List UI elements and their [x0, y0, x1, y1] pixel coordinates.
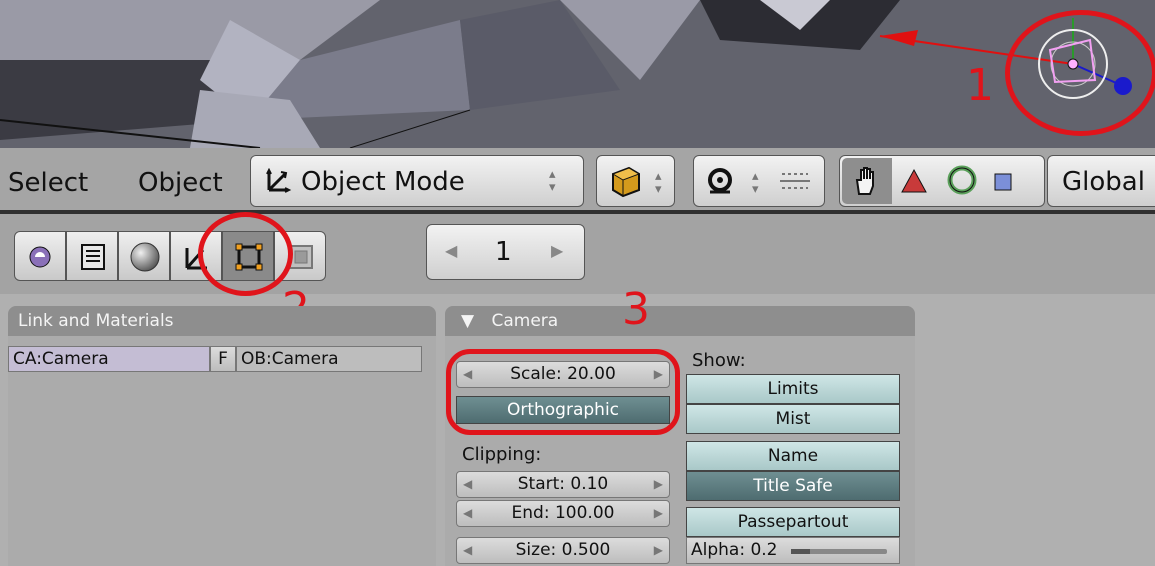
limits-label: Limits: [767, 379, 819, 399]
select-menu[interactable]: Select: [8, 168, 88, 198]
size-field[interactable]: ◀ Size: 0.500 ▶: [456, 537, 670, 564]
name-label: Name: [767, 446, 819, 466]
passepartout-toggle[interactable]: Passepartout: [686, 507, 900, 537]
mode-selector-label: Object Mode: [301, 167, 465, 197]
fake-user-label: F: [218, 349, 228, 369]
transform-orientation-selector[interactable]: Global: [1047, 155, 1155, 207]
object-name-field[interactable]: OB:Camera: [236, 346, 422, 372]
alpha-slider-track[interactable]: [791, 549, 887, 554]
draw-type-icon: [611, 166, 641, 198]
frame-increment-icon[interactable]: ▶: [551, 241, 563, 260]
annotation-number-3: 3: [622, 284, 650, 335]
show-label: Show:: [692, 350, 746, 371]
link-materials-panel-header[interactable]: Link and Materials: [8, 306, 436, 336]
rotate-icon[interactable]: [946, 164, 978, 196]
align-icon[interactable]: [778, 170, 812, 192]
manipulator-toggle-button[interactable]: [842, 158, 892, 204]
name-toggle[interactable]: Name: [686, 441, 900, 471]
pivot-icon: [708, 168, 732, 194]
mode-selector[interactable]: Object Mode ▴ ▾: [250, 155, 584, 207]
alpha-slider[interactable]: Alpha: 0.2: [686, 537, 900, 564]
fake-user-button[interactable]: F: [210, 346, 236, 372]
clip-end-field[interactable]: ◀ End: 100.00 ▶: [456, 500, 670, 527]
draw-type-selector[interactable]: ▴ ▾: [596, 155, 675, 207]
clip-start-field[interactable]: ◀ Start: 0.10 ▶: [456, 471, 670, 498]
mist-label: Mist: [775, 409, 811, 429]
clip-end-value: End: 100.00: [511, 503, 615, 523]
draw-type-updown-icon: ▴ ▾: [655, 169, 662, 197]
title-safe-label: Title Safe: [753, 476, 833, 496]
object-menu[interactable]: Object: [138, 168, 223, 198]
object-name-value: OB:Camera: [241, 349, 339, 369]
clipping-label: Clipping:: [462, 444, 542, 465]
size-value: Size: 0.500: [515, 540, 611, 560]
frame-decrement-icon[interactable]: ◀: [445, 241, 457, 260]
camera-panel-collapse-icon[interactable]: ▼: [461, 311, 474, 331]
clip-end-decrement-icon[interactable]: ◀: [463, 501, 472, 526]
pivot-updown-icon: ▴ ▾: [752, 169, 759, 197]
title-safe-toggle[interactable]: Title Safe: [686, 471, 900, 501]
clip-start-value: Start: 0.10: [517, 474, 609, 494]
clip-end-increment-icon[interactable]: ▶: [654, 501, 663, 526]
frame-number-field[interactable]: ◀ 1 ▶: [426, 224, 585, 280]
annotation-number-1: 1: [966, 60, 994, 111]
logic-icon: [29, 246, 51, 268]
camera-panel-header[interactable]: ▼ Camera: [445, 306, 915, 336]
annotation-circle-1: [1005, 10, 1155, 136]
passepartout-label: Passepartout: [737, 512, 849, 532]
alpha-value: Alpha: 0.2: [691, 540, 778, 560]
camera-datablock-field[interactable]: CA:Camera: [8, 346, 210, 372]
size-decrement-icon[interactable]: ◀: [463, 538, 472, 563]
frame-number-value: 1: [495, 237, 512, 267]
shading-context-button[interactable]: [118, 231, 170, 281]
script-icon: [81, 244, 105, 270]
shading-icon: [130, 242, 160, 272]
camera-panel-title: Camera: [491, 311, 559, 331]
object-mode-icon: [266, 168, 292, 193]
clip-start-decrement-icon[interactable]: ◀: [463, 472, 472, 497]
orientation-label: Global: [1062, 167, 1145, 197]
translate-icon[interactable]: [900, 168, 928, 194]
clip-start-increment-icon[interactable]: ▶: [654, 472, 663, 497]
link-materials-title: Link and Materials: [18, 311, 174, 331]
annotation-circle-3: [446, 349, 680, 435]
script-context-button[interactable]: [66, 231, 118, 281]
logic-context-button[interactable]: [14, 231, 66, 281]
size-increment-icon[interactable]: ▶: [654, 538, 663, 563]
camera-datablock-name: CA:Camera: [13, 349, 109, 369]
alpha-slider-fill: [791, 549, 811, 554]
mist-toggle[interactable]: Mist: [686, 404, 900, 434]
scale-icon[interactable]: [992, 171, 1014, 193]
pivot-selector[interactable]: ▴ ▾: [693, 155, 825, 207]
hand-icon: [855, 167, 874, 195]
annotation-circle-2: [198, 212, 293, 296]
limits-toggle[interactable]: Limits: [686, 374, 900, 404]
mode-updown-icon: ▴ ▾: [549, 167, 556, 195]
